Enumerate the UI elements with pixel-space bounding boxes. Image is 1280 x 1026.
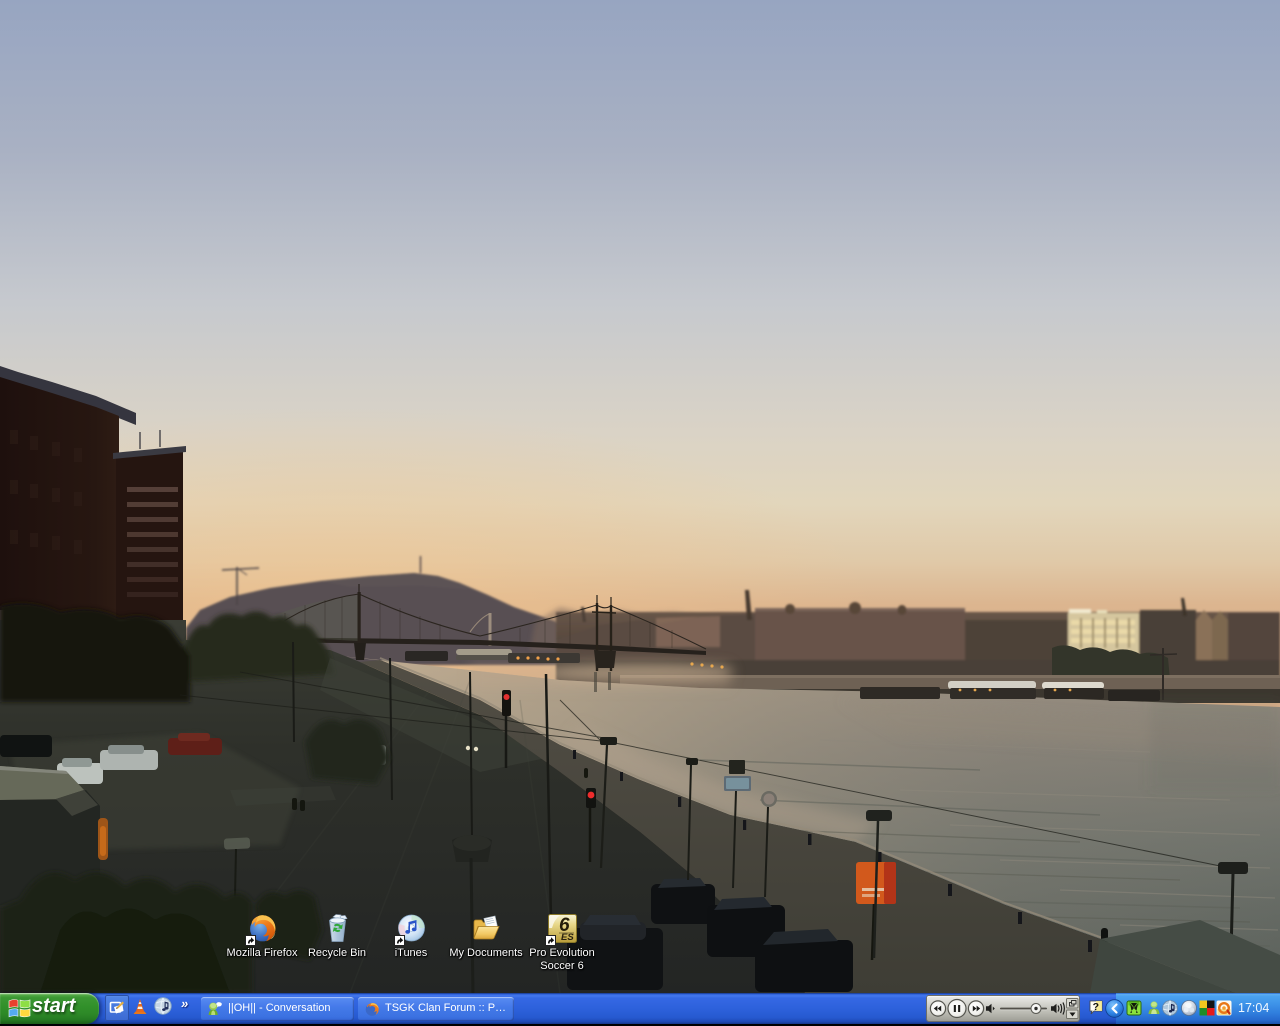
svg-text:?: ? xyxy=(1093,1001,1099,1013)
